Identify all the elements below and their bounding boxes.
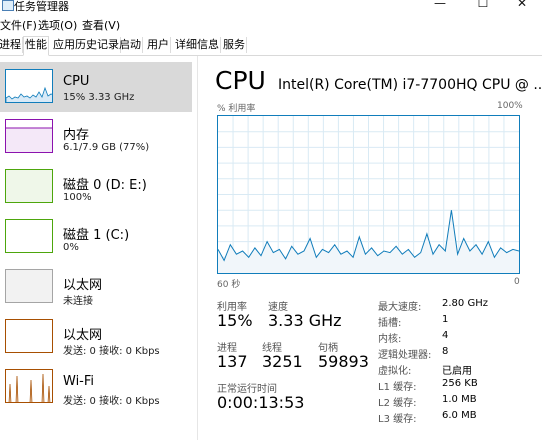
tab-startup[interactable]: 启动 [118, 37, 143, 53]
sidebar-item-disk0[interactable]: 磁盘 0 (D: E:) 100% [0, 162, 192, 212]
tab-app-history[interactable]: 应用历史记录 [52, 37, 121, 53]
threads-value: 3251 [262, 352, 303, 371]
sidebar-item-cpu[interactable]: CPU 15% 3.33 GHz [0, 62, 192, 112]
resource-sidebar: CPU 15% 3.33 GHz 内存 6.1/7.9 GB (77%) 磁盘 … [0, 56, 198, 440]
spec-value: 2.80 GHz [442, 298, 488, 309]
sidebar-item-wifi[interactable]: Wi-Fi 发送: 0 接收: 0 Kbps [0, 362, 192, 412]
ethernet1-thumbnail-graph [5, 269, 53, 303]
sidebar-item-ethernet1[interactable]: 以太网 未连接 [0, 262, 192, 312]
tab-details[interactable]: 详细信息 [174, 37, 221, 53]
sidebar-item-label: 磁盘 1 (C:) [63, 228, 130, 243]
utilization-max-label: 100% [497, 101, 523, 111]
ethernet2-thumbnail-graph [5, 319, 53, 353]
uptime-value: 0:00:13:53 [217, 393, 305, 412]
time-zero-label: 0 [514, 277, 520, 287]
menu-view[interactable]: 查看(V) [82, 17, 120, 33]
spec-label: 内核: [378, 334, 402, 345]
sidebar-item-status: 6.1/7.9 GB (77%) [63, 142, 150, 153]
page-title: CPU [215, 66, 266, 95]
disk0-thumbnail-graph [5, 169, 53, 203]
spec-value: 256 KB [442, 378, 478, 389]
maximize-button[interactable]: ☐ [463, 0, 503, 12]
tab-bar: 进程 性能 应用历史记录 启动 用户 详细信息 服务 [0, 36, 542, 56]
cpu-model-name: Intel(R) Core(TM) i7-7700HQ CPU @ ... [278, 77, 542, 93]
sidebar-item-label: 以太网 [63, 278, 103, 293]
spec-label: 插槽: [378, 318, 402, 329]
task-manager-icon [2, 0, 14, 11]
processes-value: 137 [217, 352, 248, 371]
cpu-graph-canvas [217, 116, 520, 273]
cpu-thumbnail-graph [5, 69, 53, 103]
sidebar-item-label: 内存 [63, 128, 90, 143]
sidebar-item-label: CPU [63, 74, 90, 89]
utilization-axis-label: % 利用率 [217, 104, 256, 114]
spec-value: 8 [442, 346, 449, 357]
spec-value: 已启用 [442, 366, 472, 377]
sidebar-item-label: 磁盘 0 (D: E:) [63, 178, 147, 193]
menu-options[interactable]: 选项(O) [38, 17, 77, 33]
sidebar-item-status: 15% 3.33 GHz [63, 92, 135, 103]
tab-users[interactable]: 用户 [146, 37, 171, 53]
minimize-button[interactable]: — [420, 0, 460, 12]
sidebar-item-status: 发送: 0 接收: 0 Kbps [63, 346, 160, 357]
close-button[interactable]: ✕ [502, 0, 542, 12]
handles-value: 59893 [318, 352, 369, 371]
sidebar-item-memory[interactable]: 内存 6.1/7.9 GB (77%) [0, 112, 192, 162]
menu-file[interactable]: 文件(F) [0, 17, 37, 33]
spec-value: 6.0 MB [442, 410, 477, 421]
spec-value: 1 [442, 314, 449, 325]
spec-label: 最大速度: [378, 302, 422, 313]
sidebar-item-status: 未连接 [63, 296, 93, 307]
sidebar-item-status: 发送: 0 接收: 0 Kbps [63, 396, 160, 407]
spec-label: 逻辑处理器: [378, 350, 432, 361]
title-bar: 任务管理器 — ☐ ✕ [0, 0, 542, 14]
wifi-thumbnail-graph [5, 369, 53, 403]
time-window-label: 60 秒 [217, 280, 241, 290]
spec-value: 4 [442, 330, 449, 341]
disk1-thumbnail-graph [5, 219, 53, 253]
spec-label: 虚拟化: [378, 366, 412, 377]
memory-thumbnail-graph [5, 119, 53, 153]
sidebar-item-status: 100% [63, 192, 92, 203]
tab-performance[interactable]: 性能 [23, 36, 49, 56]
sidebar-item-disk1[interactable]: 磁盘 1 (C:) 0% [0, 212, 192, 262]
sidebar-item-label: 以太网 [63, 328, 103, 343]
spec-label: L1 缓存: [378, 382, 417, 393]
tab-services[interactable]: 服务 [222, 37, 247, 53]
sidebar-item-status: 0% [63, 242, 79, 253]
speed-value: 3.33 GHz [268, 311, 342, 330]
sidebar-item-label: Wi-Fi [63, 374, 95, 389]
menu-bar: 文件(F) 选项(O) 查看(V) [0, 16, 542, 34]
tab-processes[interactable]: 进程 [0, 37, 23, 53]
utilization-value: 15% [217, 311, 253, 330]
spec-label: L2 缓存: [378, 398, 417, 409]
window-title: 任务管理器 [14, 0, 69, 13]
spec-value: 1.0 MB [442, 394, 477, 405]
sidebar-item-ethernet2[interactable]: 以太网 发送: 0 接收: 0 Kbps [0, 312, 192, 362]
spec-label: L3 缓存: [378, 414, 417, 425]
cpu-utilization-graph [217, 115, 520, 274]
